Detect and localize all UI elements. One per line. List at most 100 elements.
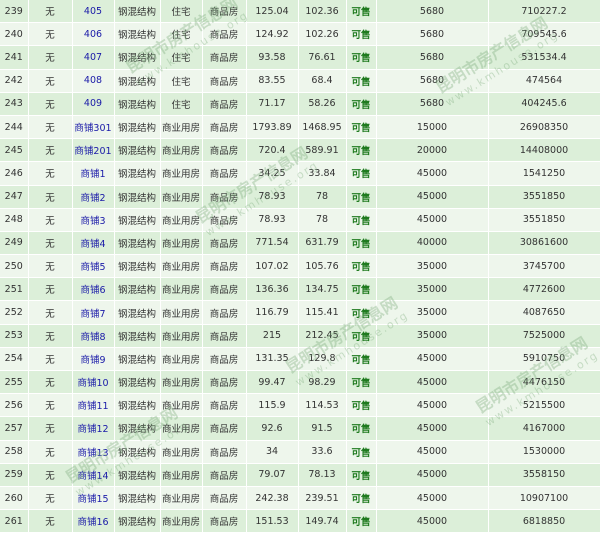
row-number-text: 257 (4, 422, 23, 434)
table-row: 246 无 商铺1 钢混结构 商业用房 商品房 34.25 33.84 可售 45000 15412… (0, 161, 600, 186)
unit-cell[interactable]: 商铺8 (72, 324, 115, 348)
floor-text: 无 (45, 99, 55, 111)
unit-cell[interactable]: 409 (72, 92, 115, 116)
structure-text: 钢混结构 (117, 146, 156, 158)
usage-text: 住宅 (171, 53, 191, 65)
unit-text[interactable]: 商铺2 (80, 193, 105, 204)
unit-cell[interactable]: 405 (72, 0, 115, 24)
unit-text[interactable]: 商铺12 (77, 424, 108, 435)
status-cell: 可售 (346, 115, 377, 140)
unit-price-cell: 45000 (376, 161, 489, 186)
structure-text: 钢混结构 (117, 99, 156, 111)
unit-text[interactable]: 商铺7 (80, 309, 105, 320)
unit-price-cell: 45000 (376, 370, 489, 395)
table-row: 239 无 405 钢混结构 住宅 商品房 125.04 102.36 可售 5680 710227… (0, 0, 600, 24)
floor-cell: 无 (28, 300, 73, 325)
status-text: 可售 (351, 517, 371, 529)
usage-text: 商业用房 (161, 470, 200, 482)
unit-cell[interactable]: 商铺15 (72, 486, 115, 511)
unit-cell[interactable]: 商铺3 (72, 208, 115, 232)
floor-cell: 无 (28, 45, 73, 70)
unit-cell[interactable]: 商铺7 (72, 300, 115, 325)
unit-cell[interactable]: 商铺13 (72, 440, 115, 464)
unit-text[interactable]: 商铺11 (77, 401, 108, 412)
floor-cell: 无 (28, 69, 73, 93)
status-text: 可售 (351, 169, 371, 181)
property-type-cell: 商品房 (202, 416, 247, 441)
row-number-cell: 258 (0, 440, 29, 464)
unit-price-cell: 5680 (376, 0, 489, 24)
inner-area-text: 115.41 (305, 307, 339, 319)
total-price-text: 30861600 (519, 237, 569, 249)
floor-text: 无 (45, 331, 55, 343)
total-price-text: 26908350 (519, 121, 569, 133)
unit-price-text: 5680 (419, 5, 445, 17)
usage-text: 商业用房 (161, 308, 200, 320)
row-number-cell: 257 (0, 416, 29, 441)
inner-area-text: 33.84 (308, 167, 336, 179)
unit-cell[interactable]: 商铺6 (72, 277, 115, 302)
unit-text[interactable]: 商铺3 (80, 216, 105, 227)
usage-cell: 商业用房 (160, 300, 203, 325)
unit-cell[interactable]: 商铺11 (72, 393, 115, 418)
unit-price-cell: 45000 (376, 185, 489, 209)
unit-text[interactable]: 商铺6 (80, 285, 105, 296)
usage-cell: 商业用房 (160, 440, 203, 464)
status-cell: 可售 (346, 416, 377, 441)
total-price-text: 709545.6 (521, 28, 567, 40)
building-area-cell: 116.79 (246, 300, 299, 325)
unit-text[interactable]: 商铺301 (74, 123, 111, 134)
building-area-cell: 71.17 (246, 92, 299, 116)
unit-cell[interactable]: 商铺16 (72, 509, 115, 533)
building-area-text: 71.17 (258, 98, 286, 110)
unit-cell[interactable]: 商铺4 (72, 231, 115, 256)
unit-cell[interactable]: 商铺14 (72, 463, 115, 487)
unit-cell[interactable]: 406 (72, 22, 115, 47)
unit-cell[interactable]: 商铺9 (72, 347, 115, 372)
unit-text[interactable]: 408 (84, 75, 102, 86)
row-number-cell: 248 (0, 208, 29, 232)
unit-text[interactable]: 405 (84, 6, 102, 17)
building-area-text: 107.02 (255, 260, 289, 272)
status-cell: 可售 (346, 45, 377, 70)
unit-text[interactable]: 商铺14 (77, 471, 108, 482)
structure-text: 钢混结构 (117, 285, 156, 297)
unit-text[interactable]: 商铺4 (80, 239, 105, 250)
inner-area-text: 78 (315, 191, 329, 203)
unit-cell[interactable]: 商铺1 (72, 161, 115, 186)
unit-text[interactable]: 商铺16 (77, 517, 108, 528)
building-area-cell: 99.47 (246, 370, 299, 395)
unit-text[interactable]: 商铺13 (77, 448, 108, 459)
status-text: 可售 (351, 76, 371, 88)
status-cell: 可售 (346, 161, 377, 186)
unit-cell[interactable]: 商铺5 (72, 254, 115, 279)
building-area-cell: 78.93 (246, 208, 299, 232)
row-number-cell: 261 (0, 509, 29, 533)
unit-text[interactable]: 商铺10 (77, 378, 108, 389)
unit-cell[interactable]: 商铺10 (72, 370, 115, 395)
unit-text[interactable]: 商铺5 (80, 262, 105, 273)
row-number-cell: 255 (0, 370, 29, 395)
unit-cell[interactable]: 408 (72, 69, 115, 93)
unit-cell[interactable]: 407 (72, 45, 115, 70)
unit-text[interactable]: 商铺201 (74, 146, 111, 157)
floor-text: 无 (45, 354, 55, 366)
usage-cell: 商业用房 (160, 347, 203, 372)
unit-text[interactable]: 407 (84, 52, 102, 63)
unit-cell[interactable]: 商铺301 (72, 115, 115, 140)
row-number-cell: 253 (0, 324, 29, 348)
inner-area-cell: 76.61 (298, 45, 347, 70)
unit-cell[interactable]: 商铺12 (72, 416, 115, 441)
unit-text[interactable]: 409 (84, 98, 102, 109)
status-cell: 可售 (346, 208, 377, 232)
floor-text: 无 (45, 123, 55, 135)
unit-text[interactable]: 406 (84, 29, 102, 40)
unit-text[interactable]: 商铺9 (80, 355, 105, 366)
unit-text[interactable]: 商铺1 (80, 169, 105, 180)
unit-text[interactable]: 商铺8 (80, 332, 105, 343)
building-area-text: 131.35 (255, 353, 289, 365)
unit-cell[interactable]: 商铺2 (72, 185, 115, 209)
row-number-text: 260 (4, 492, 23, 504)
unit-text[interactable]: 商铺15 (77, 494, 108, 505)
unit-cell[interactable]: 商铺201 (72, 138, 115, 163)
